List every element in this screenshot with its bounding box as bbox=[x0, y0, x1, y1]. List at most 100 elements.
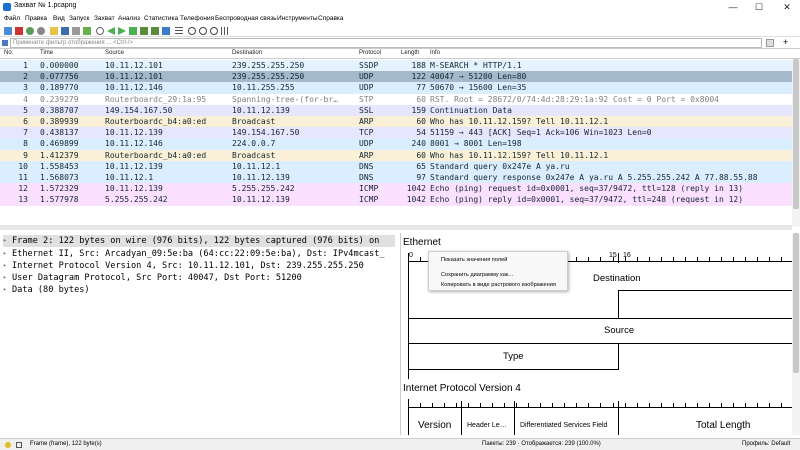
restart-capture-icon[interactable] bbox=[26, 27, 34, 35]
display-filter-input[interactable]: Примените фильтр отображения ... <Ctrl-/… bbox=[10, 38, 762, 48]
packet-details-pane: ▸ Frame 2: 122 bytes on wire (976 bits), … bbox=[0, 233, 398, 435]
detail-row-ipv4[interactable]: ▸ Internet Protocol Version 4, Src: 10.11… bbox=[3, 260, 395, 272]
packet-row[interactable]: 4 0.239279 Routerboardc_29:1a:95 Spanning-t… bbox=[0, 93, 792, 105]
field-header-length[interactable]: Header Le… bbox=[467, 422, 507, 429]
detail-row-data[interactable]: ▸ Data (80 bytes) bbox=[3, 284, 395, 296]
normal-size-icon[interactable] bbox=[210, 27, 218, 35]
menu-analyze[interactable]: Анализ bbox=[118, 15, 140, 22]
last-packet-icon[interactable] bbox=[151, 27, 159, 35]
field-total-length[interactable]: Total Length bbox=[696, 420, 751, 431]
menu-edit[interactable]: Правка bbox=[25, 15, 47, 22]
bookmark-icon[interactable] bbox=[2, 40, 8, 46]
menu-save-diagram[interactable]: Сохранить диаграмму как... bbox=[441, 272, 513, 278]
col-time[interactable]: Time bbox=[40, 50, 53, 56]
start-capture-icon[interactable] bbox=[4, 27, 12, 35]
expand-icon[interactable]: ▸ bbox=[3, 235, 7, 247]
detail-row-ethernet[interactable]: ▸ Ethernet II, Src: Arcadyan_09:5e:ba (64… bbox=[3, 248, 395, 260]
resize-columns-icon[interactable] bbox=[221, 27, 229, 35]
apply-filter-icon[interactable] bbox=[766, 39, 774, 47]
save-file-icon[interactable] bbox=[61, 27, 69, 35]
packet-cell-len: 60 bbox=[416, 150, 426, 160]
col-source[interactable]: Source bbox=[105, 50, 124, 56]
zoom-in-icon[interactable] bbox=[188, 27, 196, 35]
expand-icon[interactable]: ▸ bbox=[3, 284, 7, 296]
zoom-out-icon[interactable] bbox=[199, 27, 207, 35]
first-packet-icon[interactable] bbox=[140, 27, 148, 35]
bit-tick bbox=[576, 403, 578, 407]
packet-row[interactable]: 2 0.077756 10.11.12.101 239.255.255.250 UDP 1… bbox=[0, 71, 792, 83]
col-info[interactable]: Info bbox=[430, 50, 440, 56]
close-button[interactable]: ✕ bbox=[774, 0, 800, 14]
menu-help[interactable]: Справка bbox=[318, 15, 344, 22]
packet-row[interactable]: 6 0.389939 Routerboardc_b4:a0:ed Broadcast A… bbox=[0, 116, 792, 128]
col-destination[interactable]: Destination bbox=[232, 50, 262, 56]
close-file-icon[interactable] bbox=[72, 27, 80, 35]
packet-row[interactable]: 11 1.568073 10.11.12.1 10.11.12.139 DNS 97 Sta… bbox=[0, 172, 792, 184]
diagram-scroll-thumb[interactable] bbox=[793, 233, 799, 373]
packet-row[interactable]: 1 0.000000 10.11.12.101 239.255.255.250 SSDP… bbox=[0, 60, 792, 72]
menu-copy-as-raster[interactable]: Копировать в виде растрового изображения bbox=[441, 282, 556, 288]
status-profile[interactable]: Профиль: Default bbox=[742, 441, 790, 447]
detail-row-frame[interactable]: ▸ Frame 2: 122 bytes on wire (976 bits), … bbox=[3, 235, 395, 247]
packet-cell-no: 13 bbox=[18, 195, 28, 205]
bit-tick bbox=[552, 403, 554, 407]
expert-info-icon[interactable] bbox=[5, 442, 11, 448]
bit-tick bbox=[624, 403, 626, 407]
packet-list-hscrollbar[interactable] bbox=[0, 225, 792, 230]
colorize-icon[interactable] bbox=[175, 27, 183, 35]
bit-tick bbox=[564, 403, 566, 407]
diagram-scrollbar[interactable] bbox=[792, 233, 800, 435]
field-version[interactable]: Version bbox=[418, 420, 451, 431]
go-forward-icon[interactable] bbox=[118, 27, 126, 35]
menu-telephony[interactable]: Телефония bbox=[180, 15, 214, 22]
packet-row[interactable]: 10 1.558453 10.11.12.139 10.11.12.1 DNS 65 Sta… bbox=[0, 160, 792, 172]
menu-capture[interactable]: Захват bbox=[94, 15, 115, 22]
menu-statistics[interactable]: Статистика bbox=[144, 15, 178, 22]
col-length[interactable]: Length bbox=[401, 50, 419, 56]
menu-tools[interactable]: Инструменты bbox=[277, 15, 318, 22]
packet-row[interactable]: 7 0.438137 10.11.12.139 149.154.167.50 TCP 54… bbox=[0, 127, 792, 139]
field-type[interactable]: Type bbox=[503, 351, 524, 362]
expand-icon[interactable]: ▸ bbox=[3, 272, 7, 284]
packet-row[interactable]: 12 1.572329 10.11.12.139 5.255.255.242 ICMP 1… bbox=[0, 183, 792, 195]
menu-wireless[interactable]: Беспроводная связь bbox=[215, 15, 277, 22]
autoscroll-icon[interactable] bbox=[162, 27, 170, 35]
bit-tick bbox=[528, 403, 530, 407]
packet-row[interactable]: 13 1.577978 5.255.255.242 10.11.12.139 ICMP 1… bbox=[0, 194, 792, 206]
expand-icon[interactable]: ▸ bbox=[3, 260, 7, 272]
packet-row[interactable]: 5 0.388707 149.154.167.50 10.11.12.139 SSL 15… bbox=[0, 104, 792, 116]
packet-row[interactable]: 9 1.412379 Routerboardc_b4:a0:ed Broadcast A… bbox=[0, 149, 792, 161]
capture-options-icon[interactable] bbox=[37, 27, 45, 35]
packet-cell-len: 1042 bbox=[406, 184, 426, 194]
packet-row[interactable]: 3 0.189770 10.11.12.146 10.11.255.255 UDP 77 5… bbox=[0, 82, 792, 94]
menu-view[interactable]: Вид bbox=[53, 15, 65, 22]
col-protocol[interactable]: Protocol bbox=[359, 50, 381, 56]
menu-go[interactable]: Запуск bbox=[69, 15, 89, 22]
go-to-packet-icon[interactable] bbox=[129, 27, 137, 35]
find-packet-icon[interactable] bbox=[96, 27, 104, 35]
detail-row-udp[interactable]: ▸ User Datagram Protocol, Src Port: 40047… bbox=[3, 272, 395, 284]
packet-row[interactable]: 8 0.469899 10.11.12.146 224.0.0.7 UDP 240 8001… bbox=[0, 138, 792, 150]
packet-list-scrollbar[interactable] bbox=[792, 59, 800, 227]
expand-icon[interactable]: ▸ bbox=[3, 248, 7, 260]
add-filter-button[interactable]: + bbox=[783, 37, 788, 47]
reload-icon[interactable] bbox=[83, 27, 91, 35]
menu-file[interactable]: Файл bbox=[4, 15, 20, 22]
menu-show-field-values[interactable]: Показать значения полей bbox=[441, 257, 507, 263]
maximize-button[interactable]: ☐ bbox=[746, 0, 772, 14]
stop-capture-icon[interactable] bbox=[15, 27, 23, 35]
scroll-thumb[interactable] bbox=[793, 59, 799, 209]
packet-cell-src: 10.11.12.139 bbox=[105, 184, 163, 194]
minimize-button[interactable]: — bbox=[720, 0, 746, 14]
bit-tick bbox=[492, 403, 494, 407]
col-no[interactable]: No. bbox=[4, 50, 13, 56]
open-file-icon[interactable] bbox=[50, 27, 58, 35]
capture-comment-icon[interactable] bbox=[16, 442, 22, 448]
go-back-icon[interactable] bbox=[107, 27, 115, 35]
packet-cell-proto: UDP bbox=[359, 83, 374, 93]
field-destination[interactable]: Destination bbox=[593, 273, 641, 284]
packet-cell-dst: 10.11.12.139 bbox=[232, 173, 290, 182]
field-dsf[interactable]: Differentiated Services Field bbox=[520, 422, 607, 429]
bit-tick bbox=[600, 257, 602, 261]
field-source[interactable]: Source bbox=[604, 325, 634, 336]
